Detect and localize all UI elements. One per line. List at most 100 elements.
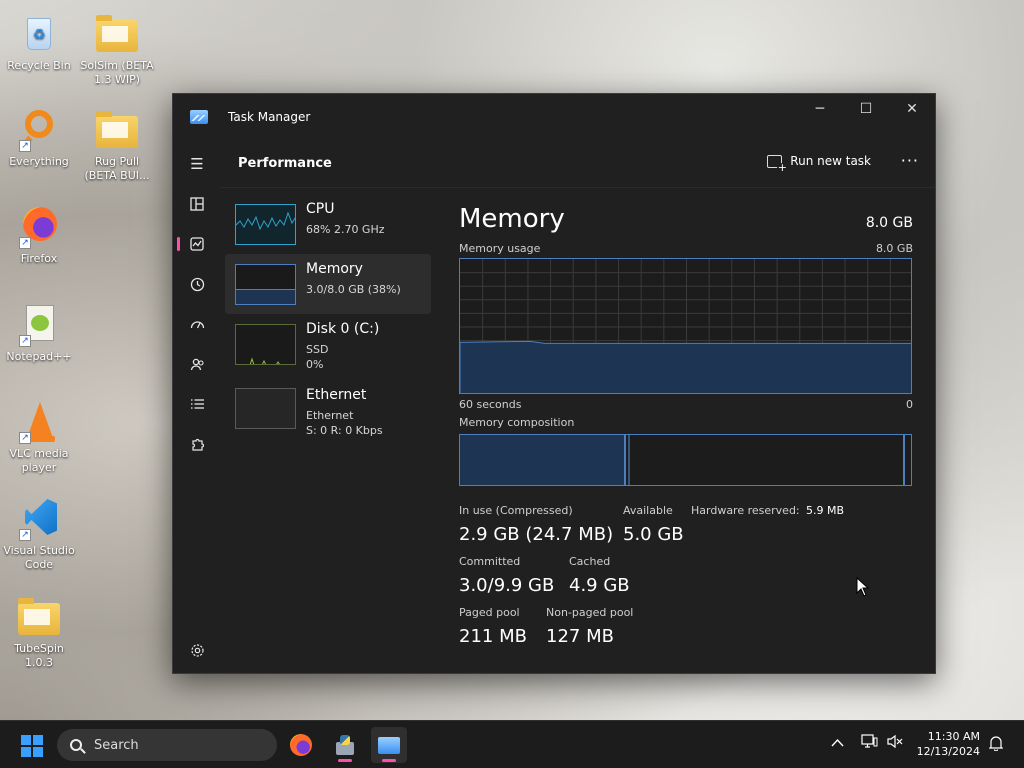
title-bar[interactable]: Task Manager ─ ☐ ✕	[173, 94, 935, 140]
graph-axis-left: 60 seconds	[459, 398, 522, 411]
in-use-value: 2.9 GB (24.7 MB)	[459, 524, 614, 545]
desktop-icon-everything[interactable]: ↗ Everything	[1, 108, 77, 169]
desktop-icon-solsim[interactable]: SolSim (BETA 1.3 WIP)	[79, 12, 155, 87]
firefox-icon: ↗	[17, 205, 61, 249]
firefox-icon	[290, 734, 312, 756]
desktop-icon-label: TubeSpin 1.0.3	[14, 642, 64, 669]
app-history-icon[interactable]	[181, 269, 213, 299]
desktop-icon-label: Recycle Bin	[7, 59, 71, 72]
run-new-task-label: Run new task	[790, 154, 871, 168]
disk-mini-graph	[235, 324, 296, 365]
device-name: Memory	[306, 261, 363, 277]
desktop-icon-vlc[interactable]: ↗ VLC media player	[1, 400, 77, 475]
clock-time: 11:30 AM	[927, 730, 980, 743]
desktop-icon-label: Firefox	[20, 252, 58, 265]
memory-title: Memory	[459, 204, 565, 234]
taskbar-clock[interactable]: 11:30 AM 12/13/2024	[917, 729, 980, 759]
taskbar-firefox[interactable]	[283, 727, 319, 763]
taskbar: Search 11:30 AM 12/13/2024	[0, 720, 1024, 768]
composition-in-use	[460, 435, 626, 485]
notepad-plus-plus-icon: ↗	[17, 303, 61, 347]
device-item-ethernet[interactable]: Ethernet Ethernet S: 0 R: 0 Kbps	[225, 374, 431, 440]
show-hidden-icons-chevron-icon[interactable]	[831, 736, 844, 750]
memory-mini-graph	[235, 264, 296, 305]
running-indicator	[382, 759, 396, 762]
services-puzzle-icon[interactable]	[181, 429, 213, 459]
desktop-icon-label: Notepad++	[6, 350, 72, 363]
paged-pool-value: 211 MB	[459, 626, 527, 647]
desktop-icon-notepadpp[interactable]: ↗ Notepad++	[1, 303, 77, 364]
memory-composition-bar	[459, 434, 912, 486]
startup-apps-icon[interactable]	[181, 309, 213, 339]
notifications-bell-icon[interactable]	[988, 735, 1004, 754]
shortcut-arrow-icon: ↗	[19, 432, 31, 444]
taskbar-search-box[interactable]: Search	[57, 729, 277, 761]
shortcut-arrow-icon: ↗	[19, 237, 31, 249]
device-detail: 68% 2.70 GHz	[306, 223, 385, 236]
non-paged-pool-label: Non-paged pool	[546, 606, 634, 619]
cached-label: Cached	[569, 555, 611, 568]
hardware-reserved-value: 5.9 MB	[806, 504, 845, 517]
desktop-icon-label: Rug Pull (BETA BUI...	[84, 155, 150, 182]
desktop-icon-recycle-bin[interactable]: ♻ Recycle Bin	[1, 12, 77, 73]
run-task-icon	[767, 154, 788, 173]
vscode-icon: ↗	[17, 497, 61, 541]
memory-usage-label: Memory usage	[459, 242, 541, 255]
volume-muted-icon[interactable]	[887, 734, 904, 752]
mouse-cursor-icon	[856, 577, 869, 597]
ethernet-mini-graph	[235, 388, 296, 429]
window-title: Task Manager	[228, 110, 311, 124]
desktop-icon-label: Everything	[9, 155, 69, 168]
memory-usage-svg	[460, 259, 911, 393]
non-paged-pool-value: 127 MB	[546, 626, 614, 647]
task-manager-icon	[190, 110, 208, 124]
memory-composition-label: Memory composition	[459, 416, 575, 429]
device-throughput: S: 0 R: 0 Kbps	[306, 424, 383, 437]
committed-label: Committed	[459, 555, 521, 568]
details-list-icon[interactable]	[181, 389, 213, 419]
nav-rail: ☰	[173, 140, 221, 673]
device-name: Ethernet	[306, 387, 367, 403]
start-windows-icon[interactable]	[21, 735, 43, 757]
device-item-memory[interactable]: Memory 3.0/8.0 GB (38%)	[225, 254, 431, 314]
memory-usage-max: 8.0 GB	[875, 242, 913, 255]
device-name: CPU	[306, 201, 335, 217]
shortcut-arrow-icon: ↗	[19, 529, 31, 541]
search-label: Search	[94, 737, 139, 753]
folder-icon	[95, 108, 139, 152]
hamburger-menu-icon[interactable]: ☰	[181, 149, 213, 179]
clock-date: 12/13/2024	[916, 745, 980, 758]
performance-icon[interactable]	[177, 229, 213, 259]
run-new-task-button[interactable]: Run new task	[767, 154, 871, 173]
users-icon[interactable]	[181, 349, 213, 379]
committed-value: 3.0/9.9 GB	[459, 575, 555, 596]
page-header: Performance Run new task ···	[221, 140, 935, 188]
close-button[interactable]: ✕	[889, 94, 935, 124]
more-options-button[interactable]: ···	[901, 151, 919, 170]
desktop-icon-label: Visual Studio Code	[3, 544, 75, 571]
memory-usage-area	[460, 340, 911, 393]
composition-modified	[628, 435, 630, 485]
desktop-icon-firefox[interactable]: ↗ Firefox	[1, 205, 77, 266]
device-item-cpu[interactable]: CPU 68% 2.70 GHz	[225, 194, 431, 254]
cpu-mini-graph	[235, 204, 296, 245]
desktop-icon-label: VLC media player	[9, 447, 69, 474]
composition-standby	[903, 435, 905, 485]
desktop-icon-tubespin[interactable]: TubeSpin 1.0.3	[1, 595, 77, 670]
device-name: Disk 0 (C:)	[306, 321, 380, 337]
taskbar-python-setup[interactable]	[327, 727, 363, 763]
magnifier-icon: ↗	[17, 108, 61, 152]
available-value: 5.0 GB	[623, 524, 684, 545]
taskbar-task-manager[interactable]	[371, 727, 407, 763]
network-icon[interactable]	[861, 734, 878, 752]
shortcut-arrow-icon: ↗	[19, 335, 31, 347]
minimize-button[interactable]: ─	[797, 94, 843, 124]
folder-icon	[95, 12, 139, 56]
desktop-icon-rug-pull[interactable]: Rug Pull (BETA BUI...	[79, 108, 155, 183]
recycle-bin-icon: ♻	[17, 12, 61, 56]
device-item-disk[interactable]: Disk 0 (C:) SSD 0%	[225, 314, 431, 374]
settings-gear-icon[interactable]	[181, 635, 213, 665]
processes-icon[interactable]	[181, 189, 213, 219]
maximize-button[interactable]: ☐	[843, 94, 889, 124]
desktop-icon-vscode[interactable]: ↗ Visual Studio Code	[1, 497, 77, 572]
